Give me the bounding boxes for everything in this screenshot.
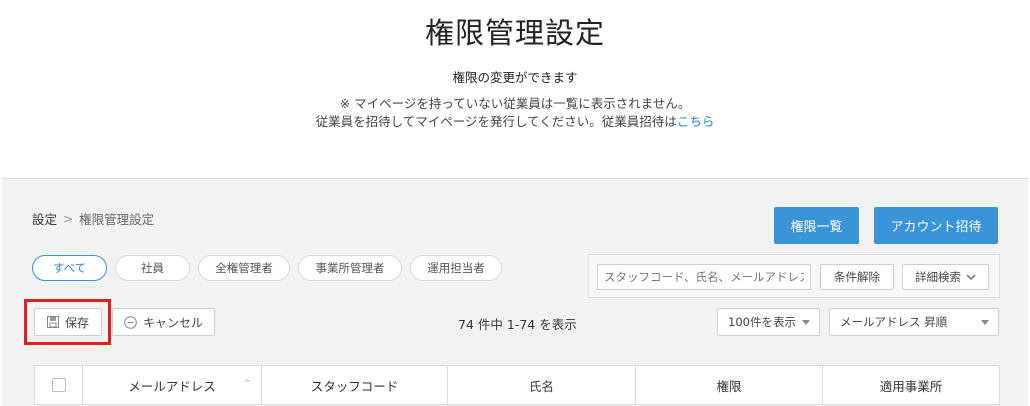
per-page-value: 100件を表示 [728,315,796,329]
column-staff-code[interactable]: スタッフコード [262,366,448,404]
per-page-select[interactable]: 100件を表示 [717,308,820,336]
filter-all[interactable]: すべて [32,255,107,281]
column-permission[interactable]: 権限 [636,366,823,404]
role-filter-tabs: すべて 社員 全権管理者 事業所管理者 運用担当者 [32,255,502,281]
permission-list-button[interactable]: 権限一覧 [774,207,859,244]
result-count: 74 件中 1-74 を表示 [458,317,577,332]
sort-value: メールアドレス 昇順 [840,315,948,329]
main-panel: 設定 > 権限管理設定 権限一覧 アカウント招待 すべて 社員 全権管理者 事業… [2,178,1028,406]
page-header: 権限管理設定 権限の変更ができます ※ マイページを持っていない従業員は一覧に表… [0,0,1030,178]
save-button[interactable]: 保存 [34,308,102,336]
column-office[interactable]: 適用事業所 [823,366,999,404]
note-line-2: 従業員を招待してマイページを発行してください。従業員招待はこちら [0,113,1030,131]
table-header: メールアドレス ^ スタッフコード 氏名 権限 適用事業所 [34,365,1000,405]
search-input[interactable] [597,264,811,290]
page-title: 権限管理設定 [424,16,605,50]
invite-account-button[interactable]: アカウント招待 [874,207,998,244]
search-area: 条件解除 詳細検索 [588,254,1000,298]
breadcrumb-separator: > [63,211,74,226]
clear-conditions-button[interactable]: 条件解除 [820,264,894,290]
filter-employee[interactable]: 社員 [115,255,190,281]
advanced-search-button[interactable]: 詳細検索 [902,264,989,290]
select-all-checkbox[interactable] [51,378,66,392]
sort-select[interactable]: メールアドレス 昇順 [829,308,999,336]
dropdown-arrow-icon [981,320,989,325]
note-line-2-text: 従業員を招待してマイページを発行してください。従業員招待は [315,114,677,129]
select-all-cell [35,366,83,404]
advanced-search-label: 詳細検索 [915,270,961,284]
chevron-down-icon [966,274,976,280]
filter-office-admin[interactable]: 事業所管理者 [298,255,402,281]
cancel-button[interactable]: キャンセル [112,308,215,336]
filter-operator[interactable]: 運用担当者 [410,255,502,281]
sort-asc-icon: ^ [243,379,251,389]
page-subtitle: 権限の変更ができます [452,70,578,85]
filter-full-admin[interactable]: 全権管理者 [198,255,290,281]
column-email-label: メールアドレス [128,378,216,394]
page-note: ※ マイページを持っていない従業員は一覧に表示されません。 従業員を招待してマイ… [0,95,1030,131]
save-icon [46,316,59,328]
note-line-1: ※ マイページを持っていない従業員は一覧に表示されません。 [339,96,691,111]
save-label: 保存 [64,315,89,330]
breadcrumb: 設定 > 権限管理設定 [32,209,154,228]
dropdown-arrow-icon [802,320,810,325]
minus-circle-icon [124,315,137,329]
invite-employee-link[interactable]: こちら [677,114,715,129]
cancel-label: キャンセル [142,315,203,330]
column-name[interactable]: 氏名 [448,366,636,404]
breadcrumb-current: 権限管理設定 [79,212,155,227]
column-email[interactable]: メールアドレス ^ [83,366,262,404]
breadcrumb-settings[interactable]: 設定 [32,209,57,228]
